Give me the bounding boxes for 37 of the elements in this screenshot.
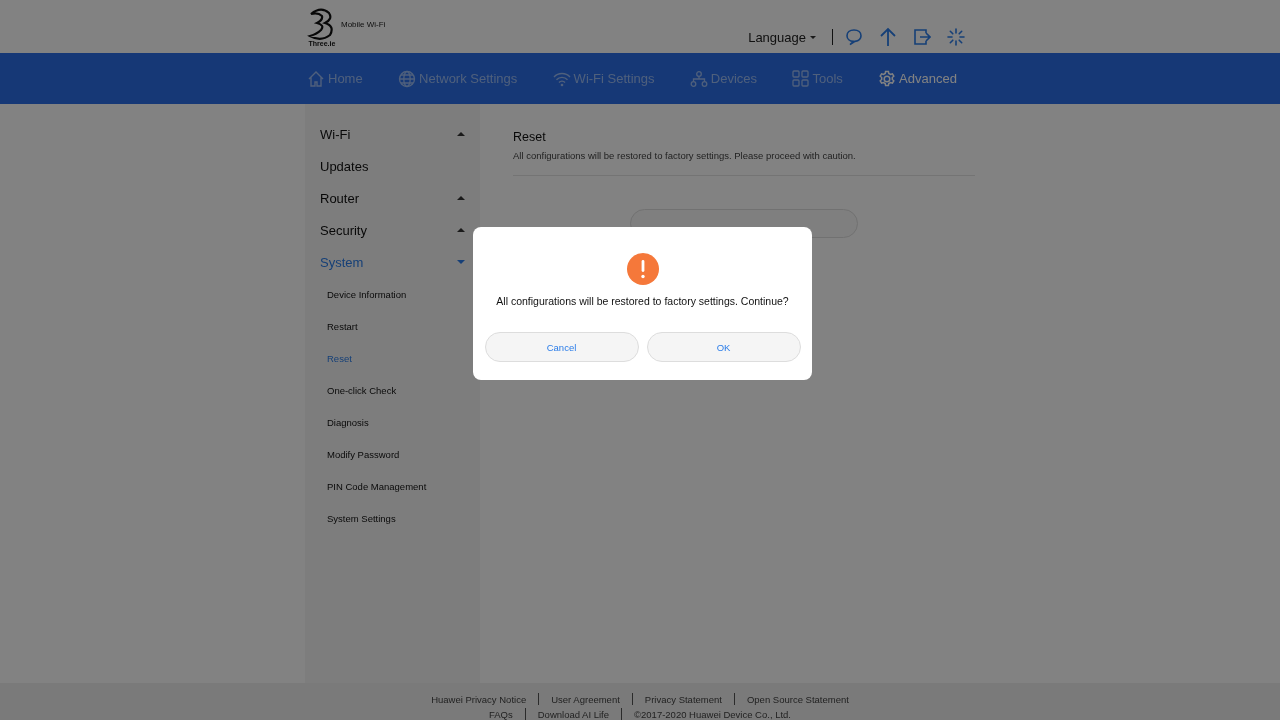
copyright-text: ©2017-2020 Huawei Device Co., Ltd. [634, 708, 791, 720]
sidebar-item[interactable]: Wi-Fi [305, 118, 480, 150]
network-nodes-icon [689, 69, 708, 88]
dialog-message: All configurations will be restored to factory settings. Continue? [496, 295, 789, 307]
globe-icon [398, 69, 416, 88]
logout-icon[interactable] [913, 28, 931, 46]
footer-link[interactable]: Huawei Privacy Notice [431, 693, 527, 705]
footer-link[interactable]: Privacy Statement [644, 693, 722, 705]
grid-icon [792, 70, 810, 87]
language-dropdown[interactable]: Language [748, 29, 816, 45]
footer-link[interactable]: Open Source Statement [746, 693, 849, 705]
sidebar-subitem[interactable]: Device Information [305, 278, 480, 310]
sidebar-subitem[interactable]: Modify Password [305, 438, 480, 470]
sidebar-subitem[interactable]: Restart [305, 310, 480, 342]
footer-link[interactable]: FAQs [488, 708, 513, 720]
sidebar-subitem[interactable]: One-click Check [305, 374, 480, 406]
home-icon [307, 69, 325, 88]
sidebar-subitem[interactable]: PIN Code Management [305, 470, 480, 502]
sidebar-subitem[interactable]: Reset [305, 342, 480, 374]
sidebar-subitem[interactable]: Diagnosis [305, 406, 480, 438]
wifi-icon [552, 70, 571, 87]
cancel-button[interactable]: Cancel [484, 332, 639, 362]
product-name: Mobile Wi-Fi [341, 20, 386, 29]
sidebar-item[interactable]: Updates [305, 150, 480, 182]
footer-link[interactable]: Download AI Life [537, 708, 610, 720]
settings-icon [878, 69, 897, 88]
footer-link[interactable]: User Agreement [551, 693, 620, 705]
loading-icon [947, 28, 965, 46]
upload-icon[interactable] [879, 27, 897, 47]
chat-icon[interactable] [845, 28, 863, 46]
sidebar-subitem[interactable]: System Settings [305, 502, 480, 534]
nav-tab[interactable]: Advanced [876, 65, 959, 92]
sidebar-item[interactable]: Router [305, 182, 480, 214]
section-description: All configurations will be restored to factory settings. Please proceed with caution. [513, 150, 857, 161]
ok-button[interactable]: OK [646, 332, 801, 362]
warning-icon [626, 253, 659, 285]
section-title: Reset [513, 130, 547, 144]
